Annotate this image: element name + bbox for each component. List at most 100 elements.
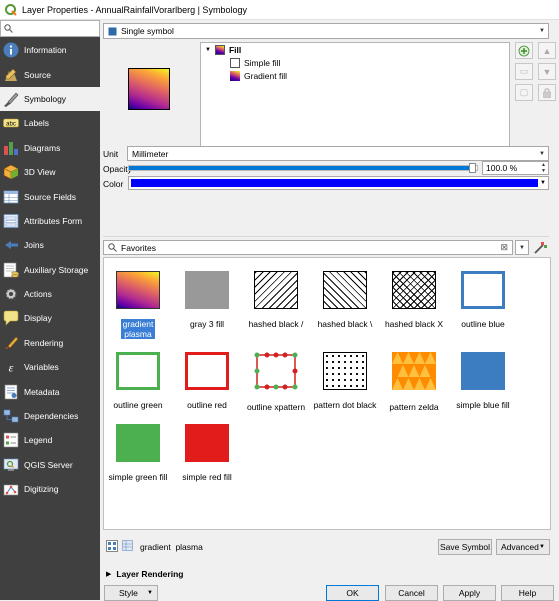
icon-view-button[interactable]: [106, 540, 118, 552]
sidebar-item-3d-view[interactable]: 3D View: [0, 160, 100, 184]
library-search-value: Favorites: [121, 242, 156, 253]
symbol-gray-3-fill[interactable]: gray 3 fill: [173, 271, 241, 329]
layer-rendering-section[interactable]: ▶ Layer Rendering: [106, 569, 183, 579]
lock-layer-button[interactable]: [538, 84, 556, 101]
library-search[interactable]: Favorites ⊠: [103, 240, 513, 255]
symbol-simple-green-fill[interactable]: simple green fill: [104, 424, 172, 482]
symbol-gradient-plasma[interactable]: gradient plasma: [104, 271, 172, 339]
source-fields-icon: [3, 189, 19, 205]
symbol-pattern-dot-black[interactable]: pattern dot black: [311, 352, 379, 410]
opacity-spinbox[interactable]: 100.0 % ▲ ▼: [482, 161, 549, 175]
symbol-hashed-black-x[interactable]: hashed black X: [380, 271, 448, 329]
remove-layer-button[interactable]: ▭: [515, 63, 533, 80]
duplicate-layer-button[interactable]: ▢: [515, 84, 533, 101]
symbol-hashed-black-backslash[interactable]: hashed black \: [311, 271, 379, 329]
move-up-button[interactable]: ▲: [538, 42, 556, 59]
fill-swatch: [214, 45, 225, 55]
sidebar-item-metadata[interactable]: Metadata: [0, 379, 100, 403]
symbol-outline-green[interactable]: outline green: [104, 352, 172, 410]
sidebar-item-qgis-server[interactable]: QGIS Server: [0, 453, 100, 477]
symbol-label: simple red fill: [182, 472, 232, 482]
opacity-slider[interactable]: [128, 163, 478, 173]
symbol-pattern-zelda[interactable]: pattern zelda: [380, 352, 448, 412]
rendering-icon: [3, 335, 19, 351]
cancel-button[interactable]: Cancel: [385, 585, 438, 601]
information-icon: [3, 42, 19, 58]
svg-text:abc: abc: [6, 122, 16, 128]
style-manager-button[interactable]: [533, 241, 547, 255]
outline-red-swatch: [185, 352, 229, 390]
help-button[interactable]: Help: [501, 585, 554, 601]
symbol-layers-tree: ▼ Fill Simple fill Gradient fill: [200, 42, 510, 154]
gradient-plasma-swatch: [116, 271, 160, 309]
sidebar-item-labels[interactable]: abc Labels: [0, 111, 100, 135]
arrow-down-icon: ▼: [542, 66, 552, 77]
sidebar-item-label: Information: [24, 45, 67, 56]
sidebar-item-actions[interactable]: Actions: [0, 282, 100, 306]
layer-rendering-label: Layer Rendering: [116, 569, 184, 579]
symbol-label: outline green: [113, 400, 163, 410]
clear-search-icon[interactable]: ⊠: [500, 242, 508, 253]
sidebar-item-information[interactable]: Information: [0, 38, 100, 62]
tree-fill[interactable]: ▼ Fill: [205, 45, 241, 55]
ok-button[interactable]: OK: [326, 585, 379, 601]
sidebar-item-label: Auxiliary Storage: [24, 264, 89, 275]
sidebar-item-diagrams[interactable]: Diagrams: [0, 136, 100, 160]
sidebar-item-symbology[interactable]: Symbology: [0, 86, 100, 112]
sidebar-item-legend[interactable]: Legend: [0, 428, 100, 452]
symbol-outline-red[interactable]: outline red: [173, 352, 241, 410]
sidebar-item-source[interactable]: Source: [0, 62, 100, 86]
symbol-outline-blue[interactable]: outline blue: [449, 271, 517, 329]
search-icon: [4, 24, 13, 33]
diagrams-icon: [3, 140, 19, 156]
arrow-up-icon: ▲: [542, 45, 552, 56]
collapse-arrow-icon[interactable]: ▼: [205, 47, 211, 53]
tree-simple-fill[interactable]: Simple fill: [230, 58, 280, 68]
hashed-black-backslash-swatch: [323, 271, 367, 309]
add-layer-button[interactable]: [515, 42, 533, 59]
attributes-form-icon: [3, 213, 19, 229]
style-button[interactable]: Style ▼: [104, 585, 158, 601]
symbol-hashed-black-slash[interactable]: hashed black /: [242, 271, 310, 329]
metadata-icon: [3, 384, 19, 400]
single-symbol-icon: [108, 27, 117, 35]
list-view-button[interactable]: [122, 540, 134, 552]
unit-combo[interactable]: Millimeter ▼: [127, 146, 549, 161]
remove-icon: ▭: [519, 66, 529, 76]
save-symbol-button[interactable]: Save Symbol: [438, 539, 492, 555]
spin-arrows-icon[interactable]: ▲ ▼: [541, 162, 546, 174]
tree-gradient-fill[interactable]: Gradient fill: [230, 71, 287, 81]
symbol-outline-xpattern[interactable]: outline xpattern: [242, 352, 310, 412]
symbol-simple-red-fill[interactable]: simple red fill: [173, 424, 241, 482]
chevron-down-icon: ▼: [519, 244, 525, 251]
display-icon: [3, 310, 19, 327]
symbol-simple-blue-fill[interactable]: simple blue fill: [449, 352, 517, 410]
sidebar-search[interactable]: [0, 20, 100, 37]
color-swatch: [131, 179, 538, 187]
sidebar-item-dependencies[interactable]: Dependencies: [0, 404, 100, 428]
outline-green-swatch: [116, 352, 160, 390]
opacity-slider-handle[interactable]: [469, 163, 476, 173]
renderer-combo[interactable]: Single symbol ▼: [103, 23, 549, 39]
sidebar-item-digitizing[interactable]: Digitizing: [0, 477, 100, 501]
simple-blue-fill-swatch: [461, 352, 505, 390]
unit-value: Millimeter: [132, 148, 169, 159]
sidebar-search-input[interactable]: [16, 24, 96, 33]
sidebar-item-label: Digitizing: [24, 484, 59, 495]
library-filter-dropdown[interactable]: ▼: [515, 240, 529, 255]
move-down-button[interactable]: ▼: [538, 63, 556, 80]
advanced-button[interactable]: Advanced ▼: [496, 539, 550, 555]
sidebar-item-variables[interactable]: ε Variables: [0, 355, 100, 379]
apply-button[interactable]: Apply: [443, 585, 496, 601]
sidebar-item-attributes-form[interactable]: Attributes Form: [0, 209, 100, 233]
sidebar-item-display[interactable]: Display: [0, 306, 100, 330]
color-button[interactable]: ▼: [128, 176, 549, 190]
sidebar-item-label: Dependencies: [24, 411, 79, 422]
title-bar: Layer Properties - AnnualRainfallVorarlb…: [0, 0, 559, 20]
sidebar-item-rendering[interactable]: Rendering: [0, 331, 100, 355]
sidebar-item-auxiliary-storage[interactable]: Auxiliary Storage: [0, 258, 100, 282]
sidebar-item-joins[interactable]: Joins: [0, 233, 100, 257]
sidebar-item-source-fields[interactable]: Source Fields: [0, 184, 100, 208]
labels-icon: abc: [3, 115, 19, 131]
advanced-label: Advanced: [501, 542, 539, 552]
